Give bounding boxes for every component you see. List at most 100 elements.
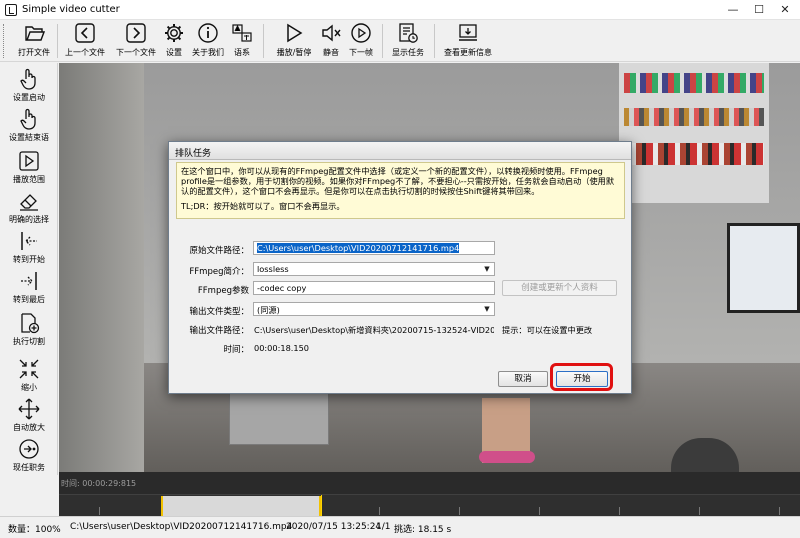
about-button[interactable]: 关于我们 xyxy=(189,22,227,60)
set-end-label: 设置結束语 xyxy=(9,133,49,142)
queue-task-dialog: 排队任务 在这个窗口中，你可以从现有的FFmpeg配置文件中选择（或定义一个新的… xyxy=(168,141,632,394)
go-start-label: 转到开始 xyxy=(13,255,45,264)
source-path-field[interactable]: C:\Users\user\Desktop\VID20200712141716.… xyxy=(253,241,495,255)
prev-file-button[interactable]: 上一个文件 xyxy=(60,22,110,60)
timeline-tick xyxy=(779,507,780,515)
video-shelf-row xyxy=(624,73,764,93)
play-range-label: 播放范围 xyxy=(13,175,45,184)
maximize-button[interactable]: ☐ xyxy=(746,0,772,20)
video-monitor xyxy=(727,223,800,313)
timeline[interactable] xyxy=(59,494,800,517)
profile-label: FFmpeg简介： xyxy=(189,267,249,277)
info-icon xyxy=(198,23,218,43)
video-shelf-row xyxy=(624,108,764,126)
timeline-selection[interactable] xyxy=(161,496,321,516)
next-file-label: 下一个文件 xyxy=(116,48,156,57)
timeline-cursor[interactable] xyxy=(321,495,322,517)
output-path-value: C:\Users\user\Desktop\新增資料夾\20200715-132… xyxy=(254,325,494,335)
timeline-tick xyxy=(379,507,380,515)
create-profile-button[interactable]: 创建或更新个人资料 xyxy=(502,280,617,296)
close-button[interactable]: ✕ xyxy=(772,0,798,20)
open-file-label: 打开文件 xyxy=(18,48,50,57)
toolbar-separator xyxy=(382,24,383,58)
about-label: 关于我们 xyxy=(192,48,224,57)
clear-selection-button[interactable]: 明确的选择 xyxy=(0,189,58,227)
play-range-icon xyxy=(19,151,39,171)
expand-arrows-icon xyxy=(18,398,40,420)
show-tasks-button[interactable]: 显示任务 xyxy=(388,22,428,60)
check-updates-label: 查看更新信息 xyxy=(444,48,492,57)
open-file-button[interactable]: 打开文件 xyxy=(14,22,54,60)
play-icon xyxy=(287,23,303,43)
task-list-icon xyxy=(399,23,418,43)
execute-cut-button[interactable]: 执行切割 xyxy=(0,311,58,349)
go-end-label: 转到最后 xyxy=(13,295,45,304)
folder-open-icon xyxy=(25,26,45,41)
language-button[interactable]: 语系 xyxy=(228,22,256,60)
dialog-title-bar: 排队任务 xyxy=(169,142,631,160)
file-index-status: 1/1 xyxy=(376,522,391,532)
minimize-button[interactable]: — xyxy=(720,0,746,20)
auto-zoom-label: 自动放大 xyxy=(13,423,45,432)
output-type-select[interactable]: (同源) ▼ xyxy=(253,302,495,316)
chevron-down-icon: ▼ xyxy=(484,265,490,273)
play-pause-label: 播放/暂停 xyxy=(276,48,312,57)
source-path-value: C:\Users\user\Desktop\VID20200712141716.… xyxy=(257,243,460,253)
chevron-right-icon xyxy=(126,23,146,43)
mute-button[interactable]: 静音 xyxy=(317,22,345,60)
job-icon xyxy=(19,439,39,459)
show-tasks-label: 显示任务 xyxy=(392,48,424,57)
play-pause-button[interactable]: 播放/暂停 xyxy=(272,22,316,60)
file-date-status: 2020/07/15 13:25:24 xyxy=(286,522,382,532)
dialog-info-text: 在这个窗口中，你可以从现有的FFmpeg配置文件中选择（或定义一个新的配置文件）… xyxy=(181,166,615,196)
output-type-label: 输出文件类型： xyxy=(189,307,249,317)
current-time-label: 时间: 00:00:29:815 xyxy=(61,479,137,488)
language-icon xyxy=(232,24,252,42)
current-job-label: 现任职务 xyxy=(13,463,45,472)
chevron-down-icon: ▼ xyxy=(484,305,490,313)
profile-value: lossless xyxy=(257,264,289,274)
shrink-button[interactable]: 缩小 xyxy=(0,357,58,395)
output-path-label: 输出文件路径： xyxy=(189,326,249,336)
timeline-tick xyxy=(619,507,620,515)
toolbar-grip xyxy=(3,24,6,58)
shrink-icon xyxy=(19,359,39,379)
mute-label: 静音 xyxy=(323,48,339,57)
speaker-mute-icon xyxy=(322,24,341,42)
check-updates-button[interactable]: 查看更新信息 xyxy=(440,22,496,60)
toolbar-separator xyxy=(57,24,58,58)
timeline-tick xyxy=(99,507,100,515)
source-path-label: 原始文件路径： xyxy=(189,246,249,256)
play-range-button[interactable]: 播放范围 xyxy=(0,149,58,187)
window-title: Simple video cutter xyxy=(22,4,120,15)
cancel-button[interactable]: 取消 xyxy=(498,371,548,387)
timeline-tick xyxy=(539,507,540,515)
output-hint: 提示：可以在设置中更改 xyxy=(502,325,593,335)
time-value: 00:00:18.150 xyxy=(254,343,310,353)
set-end-button[interactable]: 设置結束语 xyxy=(0,107,58,145)
dialog-info-box: 在这个窗口中，你可以从现有的FFmpeg配置文件中选择（或定义一个新的配置文件）… xyxy=(176,162,625,219)
toolbar-separator xyxy=(263,24,264,58)
video-person-shoes xyxy=(479,451,535,463)
prev-file-label: 上一个文件 xyxy=(65,48,105,57)
go-end-button[interactable]: 转到最后 xyxy=(0,269,58,307)
next-file-button[interactable]: 下一个文件 xyxy=(111,22,161,60)
auto-zoom-button[interactable]: 自动放大 xyxy=(0,397,58,435)
output-type-value: (同源) xyxy=(257,305,280,315)
hand-pointer-icon xyxy=(20,68,36,90)
dialog-tldr-text: TL;DR：按开始就可以了。窗口不会再显示。 xyxy=(181,201,345,211)
eraser-icon xyxy=(20,194,38,211)
params-input[interactable]: -codec copy xyxy=(253,281,495,295)
chevron-left-icon xyxy=(75,23,95,43)
settings-button[interactable]: 设置 xyxy=(161,22,187,60)
go-start-button[interactable]: 转到开始 xyxy=(0,229,58,267)
title-bar: Simple video cutter — ☐ ✕ xyxy=(0,0,800,20)
current-job-button[interactable]: 现任职务 xyxy=(0,437,58,475)
time-bar: 时间: 00:00:29:815 xyxy=(59,472,800,494)
shrink-label: 缩小 xyxy=(21,383,37,392)
profile-select[interactable]: lossless ▼ xyxy=(253,262,495,276)
next-frame-button[interactable]: 下一帧 xyxy=(346,22,376,60)
next-frame-label: 下一帧 xyxy=(349,48,373,57)
set-start-button[interactable]: 设置启动 xyxy=(0,67,58,105)
zoom-status: 数量：100% xyxy=(8,525,61,535)
